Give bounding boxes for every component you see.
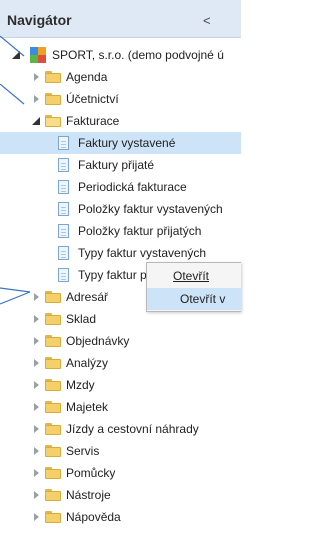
collapsed-arrow-icon[interactable] xyxy=(34,491,39,499)
collapsed-arrow-icon[interactable] xyxy=(34,403,39,411)
tree-item-majetek[interactable]: Majetek xyxy=(0,396,241,418)
tree-item-label: Mzdy xyxy=(66,378,95,392)
folder-icon xyxy=(45,401,61,413)
collapsed-arrow-icon[interactable] xyxy=(34,425,39,433)
tree-item-polozky-faktur-vystavenych[interactable]: Položky faktur vystavených xyxy=(0,198,241,220)
tree-item-label: Nápověda xyxy=(66,510,121,524)
tree-item-label: Adresář xyxy=(66,290,109,304)
collapse-panel-icon[interactable]: < xyxy=(203,13,211,28)
tree-item-typy-faktur-vystavenych[interactable]: Typy faktur vystavených xyxy=(0,242,241,264)
tree-item-label: Pomůcky xyxy=(66,466,116,480)
context-menu-item-otevrit[interactable]: Otevřít xyxy=(147,265,242,287)
tree-item-faktury-prijate[interactable]: Faktury přijaté xyxy=(0,154,241,176)
document-icon xyxy=(58,202,69,216)
tree-item-label: Objednávky xyxy=(66,334,130,348)
tree-item-analyzy[interactable]: Analýzy xyxy=(0,352,241,374)
tree-item-jizdy[interactable]: Jízdy a cestovní náhrady xyxy=(0,418,241,440)
tree-item-faktury-vystavene[interactable]: Faktury vystavené xyxy=(0,132,241,154)
tree-item-label: Typy faktur vystavených xyxy=(78,246,207,260)
tree-item-label: Účetnictví xyxy=(66,92,119,106)
expanded-arrow-icon[interactable] xyxy=(32,117,40,125)
tree-item-label: Servis xyxy=(66,444,100,458)
folder-icon xyxy=(45,93,61,105)
tree-item-nastroje[interactable]: Nástroje xyxy=(0,484,241,506)
navigator-title: Navigátor xyxy=(7,12,72,28)
annotation-arrow-icon xyxy=(0,36,25,57)
collapsed-arrow-icon[interactable] xyxy=(34,381,39,389)
tree-item-objednavky[interactable]: Objednávky xyxy=(0,330,241,352)
document-icon xyxy=(58,136,69,150)
annotation-arrow-icon xyxy=(0,84,25,105)
company-database-icon xyxy=(30,47,46,63)
tree-item-label: Položky faktur přijatých xyxy=(78,224,202,238)
tree-item-pomucky[interactable]: Pomůcky xyxy=(0,462,241,484)
tree-item-polozky-faktur-prijatych[interactable]: Položky faktur přijatých xyxy=(0,220,241,242)
folder-icon xyxy=(45,511,61,523)
tree-item-periodicka-fakturace[interactable]: Periodická fakturace xyxy=(0,176,241,198)
folder-icon xyxy=(45,467,61,479)
annotation-arrow-icon xyxy=(0,287,31,305)
tree-item-label: Analýzy xyxy=(66,356,109,370)
collapsed-arrow-icon[interactable] xyxy=(34,337,39,345)
folder-icon xyxy=(45,379,61,391)
collapsed-arrow-icon[interactable] xyxy=(34,95,39,103)
collapsed-arrow-icon[interactable] xyxy=(34,293,39,301)
collapsed-arrow-icon[interactable] xyxy=(34,359,39,367)
context-menu-item-label: Otevřít v xyxy=(180,292,226,306)
collapsed-arrow-icon[interactable] xyxy=(34,73,39,81)
tree-item-mzdy[interactable]: Mzdy xyxy=(0,374,241,396)
folder-icon xyxy=(45,489,61,501)
folder-icon xyxy=(45,357,61,369)
tree-item-agenda[interactable]: Agenda xyxy=(0,66,241,88)
context-menu-item-label: Otevřít xyxy=(173,269,210,283)
tree-item-label: Nástroje xyxy=(66,488,111,502)
document-icon xyxy=(58,268,69,282)
document-icon xyxy=(58,158,69,172)
tree-item-label: Položky faktur vystavených xyxy=(78,202,223,216)
folder-icon xyxy=(45,423,61,435)
collapsed-arrow-icon[interactable] xyxy=(34,447,39,455)
context-menu-item-otevrit-v[interactable]: Otevřít v xyxy=(147,288,242,310)
tree-item-label: Majetek xyxy=(66,400,109,414)
tree-item-ucetnictvi[interactable]: Účetnictví xyxy=(0,88,241,110)
folder-icon xyxy=(45,313,61,325)
tree-item-label: Fakturace xyxy=(66,114,120,128)
folder-icon xyxy=(45,445,61,457)
tree-item-label: Faktury vystavené xyxy=(78,136,176,150)
tree-item-napoveda[interactable]: Nápověda xyxy=(0,506,241,528)
open-folder-icon xyxy=(45,115,61,127)
document-icon xyxy=(58,246,69,260)
navigator-header: Navigátor < xyxy=(0,0,241,38)
tree-item-label: Sklad xyxy=(66,312,97,326)
collapsed-arrow-icon[interactable] xyxy=(34,315,39,323)
tree-item-sport-root[interactable]: SPORT, s.r.o. (demo podvojné ú xyxy=(0,44,241,66)
tree-item-label: Jízdy a cestovní náhrady xyxy=(66,422,199,436)
folder-icon xyxy=(45,71,61,83)
tree-item-fakturace[interactable]: Fakturace xyxy=(0,110,241,132)
tree-item-label: Faktury přijaté xyxy=(78,158,155,172)
tree-item-servis[interactable]: Servis xyxy=(0,440,241,462)
tree-item-label: Agenda xyxy=(66,70,108,84)
collapsed-arrow-icon[interactable] xyxy=(34,469,39,477)
document-icon xyxy=(58,224,69,238)
context-menu: Otevřít Otevřít v xyxy=(146,262,242,312)
document-icon xyxy=(58,180,69,194)
folder-icon xyxy=(45,335,61,347)
tree-item-label: SPORT, s.r.o. (demo podvojné ú xyxy=(52,48,224,62)
collapsed-arrow-icon[interactable] xyxy=(34,513,39,521)
tree-item-label: Periodická fakturace xyxy=(78,180,187,194)
folder-icon xyxy=(45,291,61,303)
